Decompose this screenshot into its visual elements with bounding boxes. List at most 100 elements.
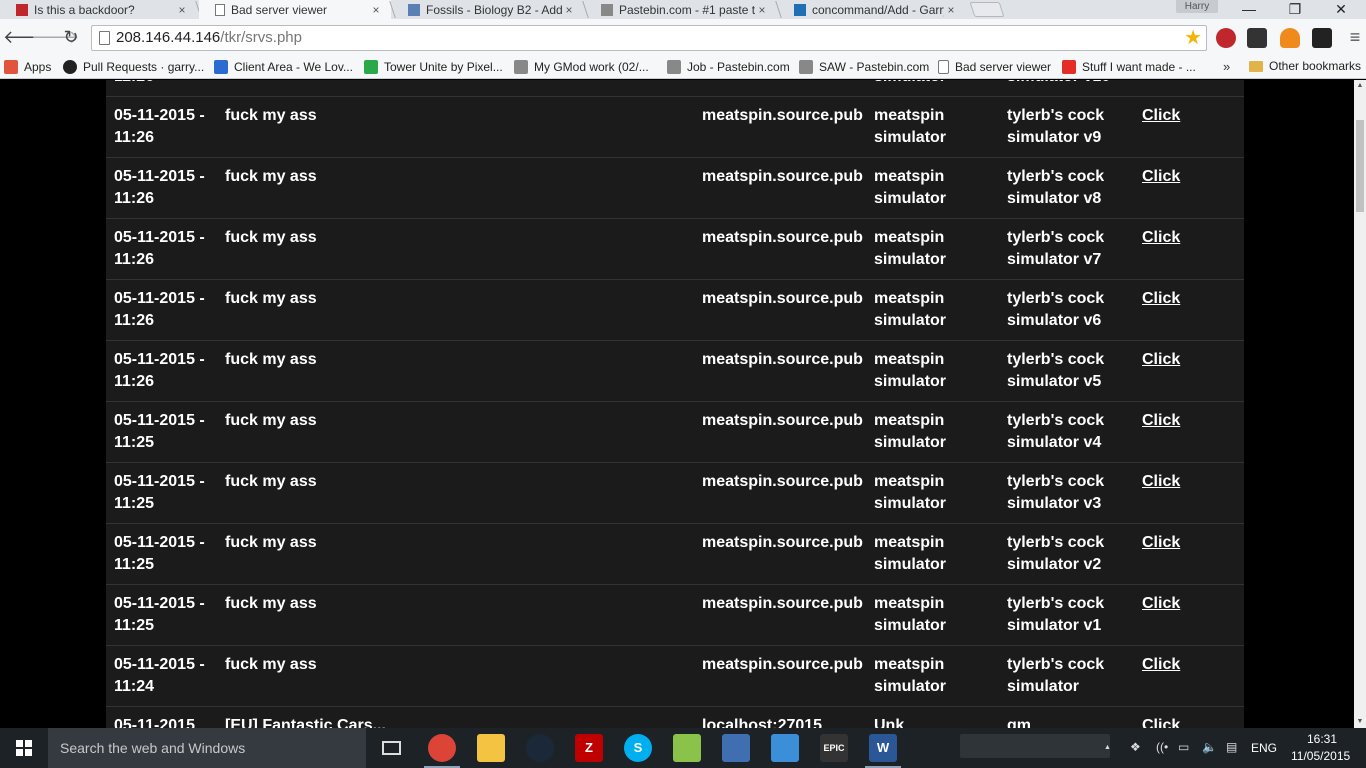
server-name-cell: fuck my ass (225, 595, 317, 612)
game-cell: meatspin simulator (874, 656, 947, 695)
epic-games-icon[interactable]: EPIC (820, 734, 848, 762)
bookmark-item[interactable]: Bad server viewer (938, 59, 1051, 75)
network-tool-icon[interactable] (722, 734, 750, 762)
tab-close-icon[interactable]: × (755, 3, 769, 17)
tab-close-icon[interactable]: × (562, 3, 576, 17)
server-name-cell: fuck my ass (225, 229, 317, 246)
file-explorer-icon[interactable] (477, 734, 505, 762)
other-bookmarks-folder[interactable]: Other bookmarks (1249, 59, 1361, 73)
chrome-icon[interactable] (424, 734, 460, 768)
taskbar-search-box[interactable]: Search the web and Windows (48, 728, 366, 768)
tab-title: concommand/Add - Garry (812, 2, 944, 17)
host-cell: meatspin.source.pub (702, 351, 863, 368)
tab-2[interactable]: Bad server viewer × (199, 0, 391, 19)
restore-button[interactable]: ❐ (1272, 0, 1318, 19)
folder-icon (1249, 60, 1263, 72)
click-link[interactable]: Click (1142, 593, 1202, 615)
word-icon[interactable]: W (865, 734, 901, 768)
url-text[interactable]: 208.146.44.146/tkr/srvs.php (116, 29, 302, 46)
bookmark-star-icon[interactable]: ★ (1184, 26, 1202, 50)
click-link[interactable]: Click (1142, 105, 1202, 127)
shield-icon (214, 60, 228, 74)
paint-icon[interactable] (771, 734, 799, 762)
tab-5[interactable]: concommand/Add - Garry × (778, 0, 966, 19)
game-cell: simulator (874, 80, 984, 88)
map-cell: tylerb's cock simulator v5 (1007, 351, 1105, 390)
window-close-button[interactable]: ✕ (1318, 0, 1364, 19)
windows-start-button[interactable] (0, 728, 48, 768)
game-cell: meatspin simulator (874, 290, 947, 329)
click-link[interactable]: Click (1142, 715, 1202, 728)
bookmark-item[interactable]: Client Area - We Lov... (214, 59, 353, 75)
click-link[interactable]: Click (1142, 410, 1202, 432)
bookmarks-overflow-button[interactable]: » (1223, 59, 1230, 74)
back-button[interactable]: 🡐 (3, 26, 51, 48)
task-view-icon[interactable] (382, 741, 401, 755)
host-cell: meatspin.source.pub (702, 290, 863, 307)
tab-close-icon[interactable]: × (369, 3, 383, 17)
terminal-extension-icon[interactable] (1312, 28, 1332, 48)
dropbox-icon[interactable]: ❖ (1130, 740, 1141, 754)
date-cell: 05-11-2015 - 11:26 (114, 290, 205, 329)
notepad-plus-icon[interactable] (673, 734, 701, 762)
page-scrollbar[interactable]: ▲ ▼ (1354, 80, 1366, 728)
date-cell: 05-11-2015 - 11:25 (114, 412, 205, 451)
bookmark-item[interactable]: Pull Requests · garry... (63, 59, 204, 75)
wifi-icon[interactable]: ((• (1156, 740, 1168, 754)
minimize-button[interactable]: — (1226, 0, 1272, 19)
tab-4[interactable]: Pastebin.com - #1 paste t × (585, 0, 777, 19)
reload-button[interactable]: ↻ (60, 26, 82, 48)
pastebin-icon (601, 3, 613, 16)
chrome-menu-icon[interactable]: ≡ (1346, 27, 1364, 47)
click-link[interactable]: Click (1142, 166, 1202, 188)
clock-date[interactable]: 11/05/2015 (1291, 749, 1350, 763)
forward-button[interactable]: 🡒 (31, 26, 79, 48)
address-bar[interactable]: 208.146.44.146/tkr/srvs.php ★ (91, 25, 1207, 51)
filezilla-icon[interactable]: Z (575, 734, 603, 762)
bookmark-label: Stuff I want made - ... (1082, 60, 1196, 74)
server-name-cell: fuck my ass (225, 168, 317, 185)
bookmark-item[interactable]: My GMod work (02/... (514, 59, 649, 75)
adblock-extension-icon[interactable] (1216, 28, 1236, 48)
click-link[interactable]: Click (1142, 654, 1202, 676)
tab-3[interactable]: Fossils - Biology B2 - Addi × (392, 0, 584, 19)
bookmark-item[interactable]: Stuff I want made - ... (1062, 59, 1196, 75)
scroll-up-arrow-icon[interactable]: ▲ (1354, 80, 1366, 92)
click-link[interactable]: Click (1142, 288, 1202, 310)
tab-close-icon[interactable]: × (175, 3, 189, 17)
tray-blurred-area (960, 734, 1110, 758)
volume-icon[interactable]: 🔈 (1202, 740, 1217, 754)
server-name-cell: [EU] Fantastic Cars... (225, 717, 386, 728)
click-link[interactable]: Click (1142, 471, 1202, 493)
new-tab-button[interactable] (969, 2, 1005, 17)
chevron-up-icon[interactable]: ▲ (1104, 744, 1111, 751)
steam-icon[interactable] (526, 734, 554, 762)
notifications-icon[interactable]: ▤ (1226, 740, 1237, 754)
click-link[interactable]: Click (1142, 227, 1202, 249)
click-link[interactable]: Click (1142, 532, 1202, 554)
map-cell: tylerb's cock simulator v7 (1007, 229, 1105, 268)
bookmark-item[interactable]: SAW - Pastebin.com (799, 59, 929, 75)
click-link[interactable]: Click (1142, 349, 1202, 371)
glasses-extension-icon[interactable] (1247, 28, 1267, 48)
date-cell: 05-11-2015 - 11:26 (114, 107, 205, 146)
tab-1[interactable]: Is this a backdoor? × (0, 0, 197, 19)
flame-extension-icon[interactable] (1280, 28, 1300, 48)
language-indicator[interactable]: ENG (1251, 741, 1277, 755)
table-row: 05-11-2015 - 11:26 fuck my ass meatspin.so… (106, 280, 1244, 341)
host-cell: meatspin.source.pub (702, 412, 863, 429)
bookmark-item[interactable]: Job - Pastebin.com (667, 59, 790, 75)
bookmark-item[interactable]: Tower Unite by Pixel... (364, 59, 503, 75)
clock-time[interactable]: 16:31 (1307, 732, 1337, 746)
game-cell: meatspin simulator (874, 473, 947, 512)
battery-icon[interactable]: ▭ (1178, 740, 1189, 754)
windows-logo-icon (25, 740, 32, 747)
date-cell: 05-11-2015 - 11:24 (114, 656, 205, 695)
skype-icon[interactable]: S (624, 734, 652, 762)
scroll-down-arrow-icon[interactable]: ▼ (1354, 716, 1366, 728)
tab-close-icon[interactable]: × (944, 3, 958, 17)
server-table: 11:26 simulator simulator v10 05-11-2015… (106, 80, 1244, 728)
bookmark-item[interactable]: Apps (4, 59, 51, 75)
profile-button[interactable]: Harry (1176, 0, 1218, 13)
scroll-thumb[interactable] (1356, 120, 1364, 212)
